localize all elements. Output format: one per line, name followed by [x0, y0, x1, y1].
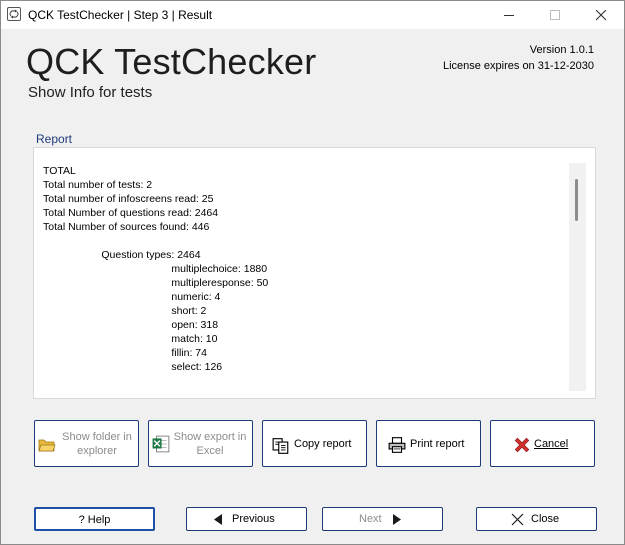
report-line	[43, 234, 563, 248]
folder-icon	[38, 439, 56, 452]
report-line: Total number of tests: 2	[43, 179, 153, 191]
next-button[interactable]: Next	[322, 507, 443, 531]
report-scrollbar[interactable]	[569, 163, 586, 391]
report-label: Report	[36, 132, 73, 146]
report-line: numeric: 4	[43, 291, 221, 303]
help-label: ? Help	[78, 514, 111, 526]
help-button[interactable]: ? Help	[34, 507, 155, 531]
app-title: QCK TestChecker	[26, 41, 317, 82]
report-line: match: 10	[43, 333, 218, 345]
copy-icon	[272, 438, 289, 454]
report-panel[interactable]: TOTAL Total number of tests: 2 Total num…	[33, 147, 596, 399]
cancel-label: Cancel	[534, 438, 569, 450]
show-export-button[interactable]: Show export in Excel	[148, 420, 253, 467]
close-button[interactable]: Close	[476, 507, 597, 531]
show-folder-button[interactable]: Show folder in explorer	[34, 420, 139, 467]
report-line: Question types: 2464	[43, 249, 201, 261]
close-window-button[interactable]	[578, 1, 624, 29]
cancel-x-icon	[514, 437, 530, 453]
report-line: Total Number of questions read: 2464	[43, 207, 219, 219]
report-line: select: 126	[43, 361, 223, 373]
cancel-button[interactable]: Cancel	[490, 420, 595, 467]
excel-icon	[152, 435, 170, 453]
app-subtitle: Show Info for tests	[28, 84, 153, 101]
copy-report-button[interactable]: Copy report	[262, 420, 367, 467]
printer-icon	[388, 437, 406, 453]
close-label: Close	[531, 513, 560, 525]
show-folder-label-2: explorer	[77, 445, 117, 457]
report-text: TOTAL Total number of tests: 2 Total num…	[43, 164, 563, 374]
previous-button[interactable]: Previous	[186, 507, 307, 531]
report-line: TOTAL	[43, 165, 76, 177]
report-line: Total Number of sources found: 446	[43, 221, 210, 233]
next-label: Next	[359, 513, 382, 525]
print-report-button[interactable]: Print report	[376, 420, 481, 467]
previous-label: Previous	[232, 513, 275, 525]
app-icon	[7, 7, 21, 21]
triangle-right-icon	[393, 514, 401, 525]
report-line: short: 2	[43, 305, 207, 317]
minimize-icon	[504, 15, 514, 16]
maximize-button[interactable]	[532, 1, 578, 29]
print-report-label: Print report	[410, 438, 465, 450]
show-export-label-2: Excel	[196, 445, 224, 457]
scrollbar-thumb[interactable]	[575, 179, 578, 221]
report-line: Total number of infoscreens read: 25	[43, 193, 214, 205]
close-x-icon	[511, 513, 524, 526]
title-bar: QCK TestChecker | Step 3 | Result	[1, 1, 624, 29]
window-title: QCK TestChecker | Step 3 | Result	[28, 8, 213, 22]
close-window-icon	[596, 10, 607, 21]
report-line: fillin: 74	[43, 347, 207, 359]
report-line: multipleresponse: 50	[43, 277, 269, 289]
maximize-icon	[550, 10, 560, 20]
show-export-label-1: Show export in	[173, 431, 247, 443]
report-line: open: 318	[43, 319, 219, 331]
license-label: License expires on 31-12-2030	[442, 60, 594, 72]
minimize-button[interactable]	[486, 1, 532, 29]
app-window: QCK TestChecker | Step 3 | Result QCK Te…	[0, 0, 625, 545]
show-folder-label-1: Show folder in	[62, 431, 132, 443]
report-line: multiplechoice: 1880	[43, 263, 268, 275]
copy-report-label: Copy report	[294, 438, 352, 450]
version-label: Version 1.0.1	[529, 44, 594, 56]
triangle-left-icon	[214, 514, 222, 525]
